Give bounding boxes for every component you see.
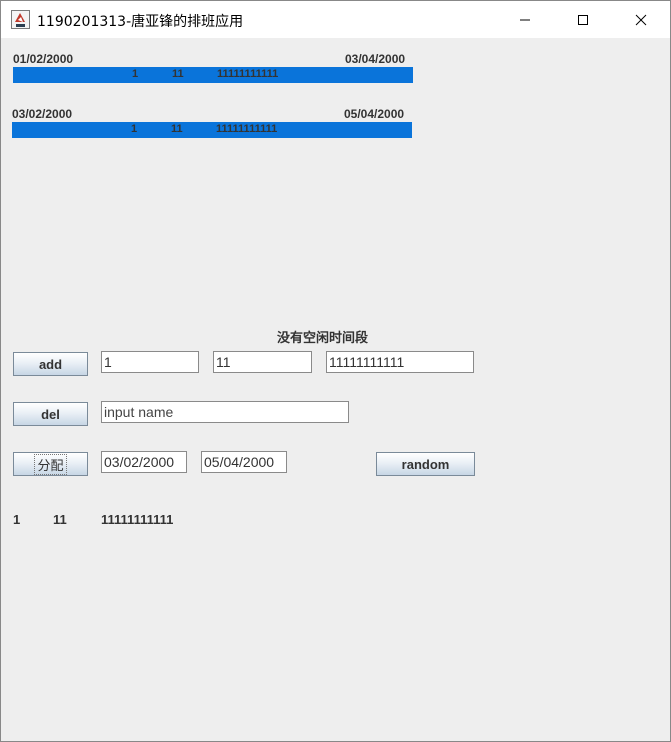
- schedule-bar-dept: 11: [172, 68, 184, 80]
- start-date-input[interactable]: 03/02/2000: [101, 451, 187, 473]
- schedule-bar: 1 11 11111111111: [13, 67, 413, 83]
- employee-dept: 11: [53, 512, 67, 527]
- schedule-bar-name: 1: [132, 68, 139, 80]
- minimize-icon: [520, 19, 530, 20]
- schedule-start-date: 01/02/2000: [13, 52, 74, 66]
- close-button[interactable]: [612, 1, 670, 38]
- status-message: 没有空闲时间段: [277, 331, 369, 346]
- maximize-button[interactable]: [554, 1, 612, 38]
- maximize-icon: [578, 14, 588, 25]
- random-button[interactable]: random: [376, 452, 475, 476]
- add-button-label: add: [38, 356, 63, 372]
- dept-input[interactable]: 11: [213, 351, 312, 373]
- minimize-button[interactable]: [496, 1, 554, 38]
- phone-input[interactable]: 11111111111: [326, 351, 474, 373]
- random-button-label: random: [401, 456, 450, 472]
- end-date-input[interactable]: 05/04/2000: [201, 451, 287, 473]
- del-button-label: del: [41, 406, 60, 422]
- schedule-bar-phone: 11111111111: [217, 68, 279, 80]
- title-bar: 1190201313-唐亚锋的排班应用: [1, 1, 670, 38]
- schedule-bar-phone: 11111111111: [216, 123, 278, 135]
- del-button[interactable]: del: [13, 402, 88, 426]
- schedule-bar: 1 11 11111111111: [12, 122, 412, 138]
- app-window: 1190201313-唐亚锋的排班应用 01/02/2000 03/04/200…: [0, 0, 671, 742]
- window-title: 1190201313-唐亚锋的排班应用: [37, 14, 244, 30]
- delete-name-input[interactable]: input name: [101, 401, 349, 423]
- add-button[interactable]: add: [13, 352, 88, 376]
- schedule-end-date: 05/04/2000: [344, 107, 405, 121]
- employee-name: 1: [13, 512, 21, 527]
- java-cup-icon: [11, 10, 30, 29]
- schedule-end-date: 03/04/2000: [345, 52, 406, 66]
- employee-phone: 11111111111: [101, 512, 174, 527]
- schedule-start-date: 03/02/2000: [12, 107, 73, 121]
- name-input[interactable]: 1: [101, 351, 199, 373]
- schedule-bar-dept: 11: [171, 123, 183, 135]
- assign-button[interactable]: 分配: [13, 452, 88, 476]
- close-icon: [635, 14, 647, 25]
- assign-button-label: 分配: [34, 453, 67, 475]
- schedule-bar-name: 1: [131, 123, 138, 135]
